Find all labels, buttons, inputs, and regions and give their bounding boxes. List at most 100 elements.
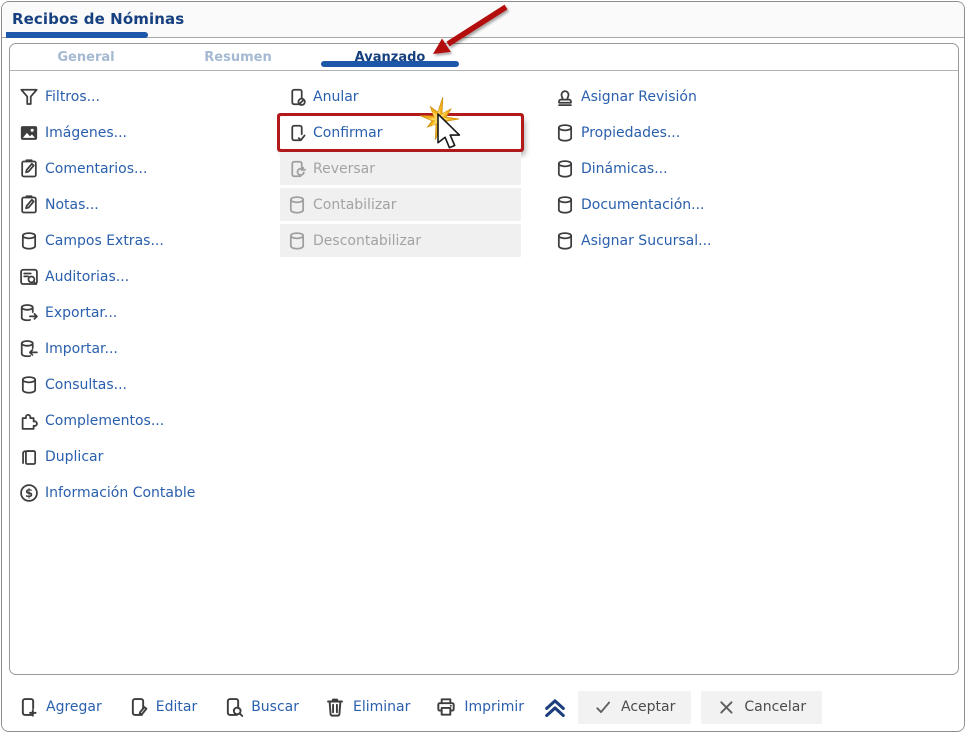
cancelar-button[interactable]: Cancelar: [701, 690, 823, 724]
menu-item-label: Asignar Sucursal...: [581, 232, 712, 249]
printer-icon: [434, 695, 458, 719]
menu-item-label: Asignar Revisión: [581, 88, 697, 105]
menu-item-label: Eliminar: [353, 699, 411, 715]
button-label: Aceptar: [620, 699, 676, 715]
toolbar-item-eliminar[interactable]: Eliminar: [323, 695, 410, 719]
menu-item-label: Auditorias...: [45, 268, 130, 285]
menu-item-label: Agregar: [46, 699, 102, 715]
menu-item-asignar-revision[interactable]: Asignar Revisión: [554, 80, 806, 113]
audit-search-icon: [18, 266, 40, 288]
toolbar-item-editar[interactable]: Editar: [126, 695, 197, 719]
puzzle-icon: [18, 410, 40, 432]
filter-icon: [18, 86, 40, 108]
image-icon: [18, 122, 40, 144]
double-chevron-up-icon[interactable]: [542, 695, 568, 719]
menu-item-reversar: Reversar: [280, 152, 521, 185]
menu-item-informacion-contable[interactable]: $ Información Contable: [18, 476, 270, 509]
menu-item-contabilizar: Contabilizar: [280, 188, 521, 221]
menu-item-importar[interactable]: Importar...: [18, 332, 270, 365]
check-icon: [594, 698, 613, 717]
page-refresh-icon: [286, 158, 308, 180]
aceptar-button[interactable]: Aceptar: [577, 690, 692, 724]
menu-item-label: Editar: [155, 699, 198, 715]
toolbar-item-buscar[interactable]: Buscar: [221, 695, 299, 719]
database-import-icon: [18, 338, 40, 360]
menu-item-consultas[interactable]: Consultas...: [18, 368, 270, 401]
menu-item-label: Confirmar: [313, 124, 383, 141]
database-icon: [554, 122, 576, 144]
menu-item-confirmar[interactable]: Confirmar: [280, 116, 521, 149]
page-cancel-icon: [286, 86, 308, 108]
page-pencil-icon: [126, 695, 150, 719]
page-title: Recibos de Nóminas: [12, 10, 185, 28]
database-icon: [18, 374, 40, 396]
menu-item-auditorias[interactable]: Auditorias...: [18, 260, 270, 293]
title-underline: [6, 32, 148, 38]
menu-item-imagenes[interactable]: Imágenes...: [18, 116, 270, 149]
menu-column-left: Filtros... Imágenes... Comentarios... Notas…: [18, 80, 270, 512]
menu-item-propiedades[interactable]: Propiedades...: [554, 116, 806, 149]
menu-item-anular[interactable]: Anular: [280, 80, 521, 113]
menu-item-label: Documentación...: [581, 196, 705, 213]
menu-column-right: Asignar Revisión Propiedades... Dinámicas.…: [554, 80, 806, 260]
tab-resumen[interactable]: Resumen: [162, 44, 314, 70]
menu-item-documentacion[interactable]: Documentación...: [554, 188, 806, 221]
tab-avanzado[interactable]: Avanzado: [314, 44, 466, 70]
menu-item-asignar-sucursal[interactable]: Asignar Sucursal...: [554, 224, 806, 257]
tab-bar: General Resumen Avanzado: [10, 44, 958, 71]
menu-item-label: Comentarios...: [45, 160, 148, 177]
dollar-circle-icon: $: [18, 482, 40, 504]
menu-item-filtros[interactable]: Filtros...: [18, 80, 270, 113]
main-panel: General Resumen Avanzado Filtros... Imáge…: [9, 43, 959, 675]
menu-item-label: Contabilizar: [313, 196, 397, 213]
toolbar-item-agregar[interactable]: Agregar: [16, 695, 102, 719]
database-icon: [554, 158, 576, 180]
menu-item-notas[interactable]: Notas...: [18, 188, 270, 221]
tab-general[interactable]: General: [10, 44, 162, 70]
menu-item-label: Importar...: [45, 340, 118, 357]
database-icon: [286, 230, 308, 252]
menu-item-label: Notas...: [45, 196, 99, 213]
menu-item-descontabilizar: Descontabilizar: [280, 224, 521, 257]
menu-item-label: Reversar: [313, 160, 375, 177]
menu-item-label: Imprimir: [464, 699, 524, 715]
page-plus-icon: [16, 695, 40, 719]
database-icon: [554, 230, 576, 252]
trash-icon: [323, 695, 347, 719]
menu-column-middle: Anular Confirmar Reversar Contabilizar Desco…: [280, 80, 521, 260]
x-icon: [717, 698, 736, 717]
database-icon: [286, 194, 308, 216]
menu-item-label: Duplicar: [45, 448, 104, 465]
menu-item-duplicar[interactable]: Duplicar: [18, 440, 270, 473]
title-bar: Recibos de Nóminas: [2, 2, 964, 38]
menu-item-label: Filtros...: [45, 88, 100, 105]
menu-item-comentarios[interactable]: Comentarios...: [18, 152, 270, 185]
copy-icon: [18, 446, 40, 468]
toolbar-items: Agregar Editar Buscar Eliminar Imprimir: [16, 695, 548, 719]
menu-item-label: Anular: [313, 88, 359, 105]
menu-item-exportar[interactable]: Exportar...: [18, 296, 270, 329]
bottom-toolbar: Agregar Editar Buscar Eliminar Imprimir Acep…: [2, 684, 964, 730]
menu-item-label: Buscar: [251, 699, 300, 715]
menu-item-label: Consultas...: [45, 376, 127, 393]
database-icon: [18, 230, 40, 252]
clipboard-edit-icon: [18, 158, 40, 180]
menu-item-label: Campos Extras...: [45, 232, 164, 249]
button-label: Cancelar: [744, 699, 807, 715]
toolbar-item-imprimir[interactable]: Imprimir: [434, 695, 524, 719]
menu-item-label: Dinámicas...: [581, 160, 668, 177]
svg-text:$: $: [25, 485, 33, 499]
database-export-icon: [18, 302, 40, 324]
dialog-window: Recibos de Nóminas General Resumen Avanz…: [1, 1, 965, 732]
menu-item-campos-extras[interactable]: Campos Extras...: [18, 224, 270, 257]
stamp-icon: [554, 86, 576, 108]
page-search-icon: [221, 695, 245, 719]
menu-item-label: Exportar...: [45, 304, 118, 321]
menu-item-complementos[interactable]: Complementos...: [18, 404, 270, 437]
menu-item-dinamicas[interactable]: Dinámicas...: [554, 152, 806, 185]
clipboard-edit-icon: [18, 194, 40, 216]
menu-item-label: Propiedades...: [581, 124, 681, 141]
page-check-icon: [286, 122, 308, 144]
menu-item-label: Imágenes...: [45, 124, 127, 141]
database-icon: [554, 194, 576, 216]
